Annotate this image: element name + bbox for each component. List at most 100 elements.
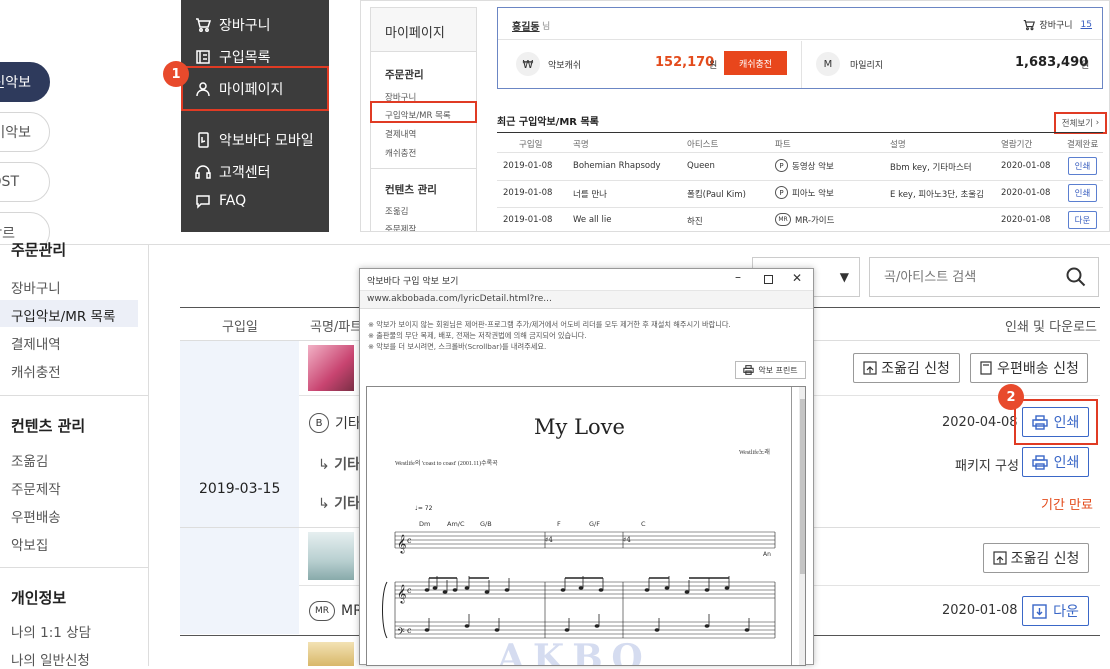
sub-label: 기타: [334, 457, 360, 473]
badge-number: 2: [1006, 389, 1016, 405]
menu-support[interactable]: 고객센터: [195, 162, 271, 182]
highlight-purchase-list: [370, 101, 477, 123]
menu-cart[interactable]: 장바구니: [195, 15, 271, 35]
sidebar-item-payment[interactable]: 결제내역: [385, 128, 416, 140]
mail-request-button[interactable]: 우편배송 신청: [970, 353, 1088, 383]
sub-row-2[interactable]: ↳ 기타: [318, 493, 360, 513]
row-part: P 동영상 악보: [775, 159, 834, 172]
part-icon: MR: [775, 213, 791, 226]
sidebar-item-purchase[interactable]: 구입악보/MR 목록: [11, 305, 115, 325]
album-thumb: [308, 642, 354, 666]
sidebar-item-payment[interactable]: 결제내역: [11, 333, 61, 353]
menu-purchase-list[interactable]: 구입목록: [195, 47, 271, 67]
row-date: 2019-01-08: [503, 161, 553, 171]
maximize-icon[interactable]: [764, 275, 773, 284]
search-box: [869, 257, 1099, 297]
row-guitar[interactable]: B 기타: [309, 413, 361, 433]
nav-pill-ost[interactable]: OST: [0, 162, 50, 202]
sidebar-item-cash[interactable]: 캐쉬충전: [11, 361, 61, 381]
notice-block: ※ 악보가 보이지 않는 회원님은 제어판-프로그램 추가/제거에서 어도비 리…: [368, 319, 808, 352]
cart-icon: [1024, 19, 1036, 30]
step-badge-1: 1: [163, 61, 189, 87]
col-date: 구입일: [519, 140, 543, 150]
package-label: 패키지 구성: [955, 459, 1019, 474]
row-part: MR MR-가이드: [775, 213, 834, 226]
row-print-button[interactable]: 인쇄: [1068, 157, 1097, 175]
download-button[interactable]: 다운: [1022, 596, 1089, 626]
menu-mobile[interactable]: 악보바다 모바일: [195, 130, 314, 150]
scrollbar[interactable]: [799, 387, 805, 665]
nav-pill-instrument[interactable]: 기악보: [0, 112, 50, 152]
search-icon[interactable]: [1066, 267, 1086, 287]
tempo: ♩= 72: [415, 505, 433, 512]
sidebar-item-cash[interactable]: 캐쉬충전: [385, 147, 416, 159]
package-print-button[interactable]: 인쇄: [1022, 447, 1089, 477]
sidebar-head-content: 컨텐츠 관리: [11, 417, 86, 435]
view-all-label: 전체보기: [1061, 119, 1094, 129]
mileage-value: 1,683,490: [1015, 55, 1089, 70]
url-text[interactable]: www.akbobada.com/lyricDetail.html?re...: [367, 294, 552, 304]
charge-cash-button[interactable]: 캐쉬충전: [724, 51, 787, 75]
row-period: 2020-01-08: [942, 603, 1018, 618]
view-all-link[interactable]: 전체보기 ›: [1054, 112, 1107, 134]
printer-icon: [1031, 414, 1048, 430]
user-name[interactable]: 홍길동: [512, 18, 540, 33]
transpose-icon: [863, 361, 877, 375]
sub-row-1[interactable]: ↳ 기타: [318, 454, 360, 474]
sidebar-item-custom[interactable]: 주문제작: [11, 478, 61, 498]
sidebar-item-cart[interactable]: 장바구니: [11, 277, 61, 297]
mileage-label: 마일리지: [850, 61, 884, 71]
mileage-won: 원: [1081, 61, 1090, 71]
svg-text:c: c: [407, 626, 412, 635]
chat-icon: [196, 195, 210, 209]
print-button[interactable]: 인쇄: [1022, 407, 1089, 437]
menu-faq[interactable]: FAQ: [195, 193, 246, 209]
row-title[interactable]: We all lie: [573, 215, 611, 225]
title-bar: 악보바다 구입 악보 보기 – ✕: [360, 269, 813, 291]
row-title[interactable]: Bohemian Rhapsody: [573, 161, 661, 171]
sheet-page: My Love Westlife의 'coast to coast' (2001…: [367, 387, 792, 665]
transpose-icon: [992, 551, 1007, 565]
dropdown-menu: 장바구니 구입목록 마이페이지 악보바다 모바일 고객센터 FAQ: [181, 0, 329, 232]
sidebar-item-consult[interactable]: 나의 1:1 상담: [11, 621, 91, 641]
sidebar-item-custom[interactable]: 주문제작: [385, 223, 416, 231]
svg-text:𝄞: 𝄞: [397, 584, 406, 604]
row-mr[interactable]: MR MR: [309, 601, 363, 621]
transpose-request-button[interactable]: 조옮김 신청: [983, 543, 1089, 573]
badge-number: 1: [171, 66, 181, 82]
close-icon[interactable]: ✕: [792, 271, 802, 285]
sub-label: 기타: [334, 496, 360, 512]
left-sidebar: 주문관리 장바구니 구입악보/MR 목록 결제내역 캐쉬충전 컨텐츠 관리 조옮…: [0, 241, 149, 669]
sheet-print-button[interactable]: 악보 프린트: [735, 361, 806, 379]
sidebar-item-book[interactable]: 악보집: [11, 534, 48, 554]
minimize-icon[interactable]: –: [735, 270, 741, 284]
row-print-button[interactable]: 인쇄: [1068, 184, 1097, 202]
download-icon: [1032, 603, 1047, 619]
nav-pill-new[interactable]: 신악보: [0, 62, 50, 102]
svg-text:𝄢: 𝄢: [397, 626, 405, 640]
sheet-title: My Love: [534, 415, 625, 439]
sidebar-item-transpose[interactable]: 조옮김: [11, 450, 48, 470]
button-label: 악보 프린트: [758, 365, 798, 375]
search-input[interactable]: [884, 269, 1054, 285]
window-title: 악보바다 구입 악보 보기: [367, 277, 459, 287]
b-icon: B: [309, 413, 329, 433]
cash-value: 152,170: [655, 55, 715, 70]
notice-line: ※ 악보가 보이지 않는 회원님은 제어판-프로그램 추가/제거에서 어도비 리…: [368, 320, 731, 329]
sidebar-item-request[interactable]: 나의 일반신청: [11, 649, 90, 669]
part-label: MR-가이드: [795, 215, 835, 226]
cart-link[interactable]: 장바구니 15: [1023, 18, 1092, 31]
album-thumb: [308, 532, 354, 580]
album-thumb: [308, 345, 354, 391]
pdf-viewer: My Love Westlife의 'coast to coast' (2001…: [366, 386, 806, 666]
col-paid: 결제완료: [1067, 140, 1099, 150]
nav-pill-label: OST: [0, 174, 19, 190]
row-download-button[interactable]: 다운: [1068, 211, 1097, 229]
svg-text:𝄞: 𝄞: [397, 534, 406, 554]
row-title[interactable]: 너를 만나: [573, 188, 607, 200]
transpose-request-button[interactable]: 조옮김 신청: [853, 353, 960, 383]
sidebar-item-transpose[interactable]: 조옮김: [385, 205, 408, 217]
highlight-mypage: [181, 66, 329, 111]
sheet-viewer-window: 악보바다 구입 악보 보기 – ✕ www.akbobada.com/lyric…: [359, 268, 814, 666]
sidebar-item-mail[interactable]: 우편배송: [11, 506, 61, 526]
